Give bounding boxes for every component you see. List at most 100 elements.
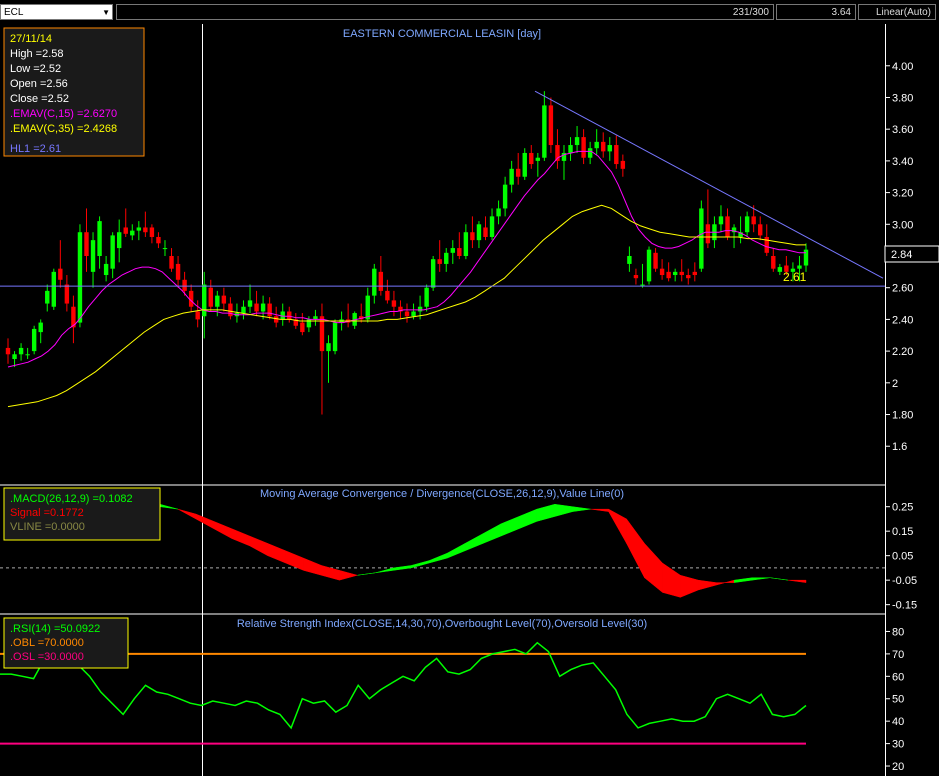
candle-body bbox=[228, 303, 233, 317]
candle-body bbox=[221, 295, 227, 304]
macd-ribbon-segment bbox=[339, 570, 359, 581]
candle-body bbox=[90, 240, 96, 272]
rsi-tick-label: 60 bbox=[892, 671, 904, 683]
macd-ribbon-segment bbox=[788, 579, 807, 583]
rsi-tick-label: 50 bbox=[892, 694, 904, 706]
rsi-tick-label: 40 bbox=[892, 716, 904, 728]
macd-ribbon-segment bbox=[518, 508, 538, 530]
candle-body bbox=[574, 137, 580, 146]
macd-tick-label: 0.15 bbox=[892, 526, 913, 538]
rsi-title: Relative Strength Index(CLOSE,14,30,70),… bbox=[237, 618, 647, 630]
macd-ribbon-segment bbox=[644, 542, 663, 593]
candle-body bbox=[529, 152, 534, 165]
price-tick-label: 2.60 bbox=[892, 283, 913, 295]
candle-body bbox=[162, 248, 168, 250]
candle-body bbox=[169, 256, 174, 269]
candle-body bbox=[725, 216, 730, 237]
macd-ribbon-segment bbox=[464, 533, 484, 552]
rsi-tick-label: 20 bbox=[892, 761, 904, 773]
candle-body bbox=[110, 235, 115, 269]
candle-body bbox=[300, 322, 305, 333]
candle-body bbox=[241, 306, 246, 314]
macd-ribbon-segment bbox=[662, 562, 681, 598]
info-hl1: HL1 =2.61 bbox=[10, 143, 61, 155]
candle-body bbox=[332, 322, 338, 352]
candle-body bbox=[633, 275, 639, 279]
macd-ribbon-segment bbox=[195, 513, 215, 530]
candle-body bbox=[646, 249, 652, 282]
candle-body bbox=[483, 227, 488, 237]
info-low: Low =2.52 bbox=[10, 63, 61, 75]
macd-ribbon-segment bbox=[608, 508, 627, 545]
price-tick-label: 1.6 bbox=[892, 441, 907, 453]
candle-body bbox=[614, 145, 619, 165]
price-chart-title: EASTERN COMMERCIAL LEASIN [day] bbox=[343, 28, 541, 40]
candle-body bbox=[653, 252, 658, 269]
candle-body bbox=[437, 259, 442, 264]
macd-ribbon-segment bbox=[393, 565, 412, 571]
trendline bbox=[534, 90, 884, 279]
candle-body bbox=[202, 284, 207, 317]
candle-body bbox=[260, 303, 266, 312]
macd-ribbon-segment bbox=[680, 574, 699, 598]
rsi-tick-label: 30 bbox=[892, 739, 904, 751]
candle-body bbox=[365, 295, 370, 320]
macd-ribbon-segment bbox=[482, 523, 502, 544]
price-tick-label: 4.00 bbox=[892, 61, 913, 73]
candle-body bbox=[568, 145, 573, 153]
candle-body bbox=[287, 311, 292, 320]
candle-body bbox=[18, 347, 24, 355]
candle-body bbox=[692, 271, 698, 276]
candle-body bbox=[417, 306, 423, 312]
price-tick-label: 2.40 bbox=[892, 314, 913, 326]
candle-body bbox=[215, 295, 220, 307]
candle-body bbox=[45, 290, 50, 304]
candle-body bbox=[326, 343, 331, 352]
info-high: High =2.58 bbox=[10, 48, 64, 60]
price-tick-label: 3.20 bbox=[892, 188, 913, 200]
macd-ribbon-segment bbox=[554, 503, 573, 517]
macd-ribbon-segment bbox=[177, 508, 197, 520]
macd-ribbon-segment bbox=[231, 528, 250, 547]
candle-body bbox=[679, 271, 684, 276]
candle-body bbox=[156, 236, 161, 244]
last-price-label: 2.84 bbox=[891, 249, 912, 261]
macd-histogram-ribbon bbox=[159, 503, 807, 598]
macd-ribbon-segment bbox=[159, 503, 179, 510]
macd-ribbon-segment bbox=[267, 543, 286, 564]
candle-body bbox=[385, 290, 390, 301]
info-emav15: .EMAV(C,15) =2.6270 bbox=[10, 108, 117, 120]
candle-body bbox=[594, 141, 599, 149]
candle-body bbox=[143, 227, 148, 233]
candle-body bbox=[123, 227, 128, 234]
candle-body bbox=[116, 232, 122, 249]
info-emav35: .EMAV(C,35) =2.4268 bbox=[10, 123, 117, 135]
candle-body bbox=[411, 311, 416, 317]
candle-body bbox=[444, 252, 449, 264]
macd-tick-label: 0.05 bbox=[892, 551, 913, 563]
price-tick-label: 3.60 bbox=[892, 124, 913, 136]
candle-body bbox=[640, 284, 645, 286]
chart-area[interactable]: 4.003.803.603.403.203.002.802.602.402.20… bbox=[0, 0, 939, 776]
macd-ribbon-segment bbox=[590, 508, 609, 512]
candle-body bbox=[515, 168, 521, 177]
candle-body bbox=[430, 259, 436, 288]
macd-ribbon-segment bbox=[446, 543, 466, 559]
candle-body bbox=[136, 227, 142, 231]
candle-body bbox=[627, 256, 632, 264]
candle-body bbox=[404, 311, 410, 317]
candle-body bbox=[705, 224, 711, 244]
candle-body bbox=[686, 275, 691, 279]
candle-body bbox=[699, 208, 704, 269]
candle-body bbox=[771, 256, 776, 269]
candle-body bbox=[450, 248, 455, 253]
price-tick-label: 1.80 bbox=[892, 410, 913, 422]
candle-body bbox=[581, 137, 586, 158]
candle-body bbox=[38, 322, 43, 333]
candle-body bbox=[84, 232, 89, 256]
candle-body bbox=[601, 141, 606, 152]
candle-body bbox=[542, 105, 547, 158]
candle-body bbox=[247, 300, 253, 307]
candle-body bbox=[208, 287, 213, 307]
candle-body bbox=[659, 268, 665, 276]
